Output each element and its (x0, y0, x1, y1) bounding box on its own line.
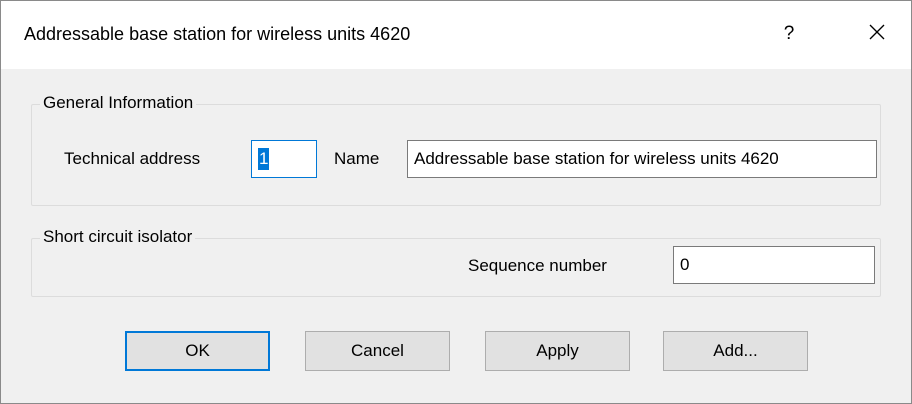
name-label: Name (334, 149, 380, 168)
name-value: Addressable base station for wireless un… (414, 149, 779, 168)
dialog-window: Addressable base station for wireless un… (0, 0, 912, 404)
sequence-number-label: Sequence number (468, 256, 607, 275)
window-title: Addressable base station for wireless un… (24, 24, 411, 44)
add-button[interactable]: Add... (663, 331, 808, 371)
general-information-label: General Information (40, 93, 197, 113)
close-icon (868, 23, 886, 46)
cancel-button[interactable]: Cancel (305, 331, 450, 371)
title-bar: Addressable base station for wireless un… (1, 1, 911, 69)
help-button[interactable]: ? (761, 11, 817, 57)
sequence-number-input[interactable]: 0 (673, 246, 875, 284)
technical-address-label: Technical address (64, 149, 201, 168)
technical-address-value: 1 (258, 148, 270, 170)
sequence-number-value: 0 (680, 255, 690, 274)
apply-button[interactable]: Apply (485, 331, 630, 371)
short-circuit-isolator-label: Short circuit isolator (40, 227, 196, 247)
ok-button[interactable]: OK (125, 331, 270, 371)
technical-address-input[interactable]: 1 (251, 140, 317, 178)
close-button[interactable] (849, 11, 905, 57)
name-input[interactable]: Addressable base station for wireless un… (407, 140, 877, 178)
